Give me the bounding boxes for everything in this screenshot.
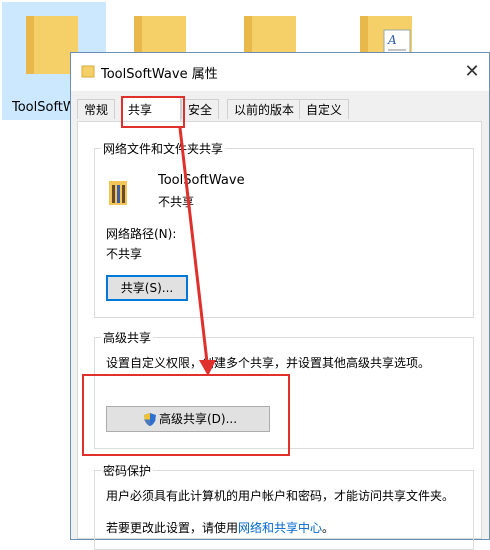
password-protection-group-title: 密码保护 [101, 462, 154, 479]
network-path-label: 网络路径(N): [106, 227, 177, 241]
share-button[interactable]: 共享(S)... [106, 275, 188, 301]
tab-general[interactable]: 常规 [77, 99, 116, 119]
password-change-hint: 若要更改此设置，请使用网络和共享中心。 [106, 519, 334, 536]
network-share-group: 网络文件和文件夹共享 ToolSoftWave 不共享 网络路径(N): 不共享… [94, 140, 474, 318]
title-bar[interactable]: ToolSoftWave 属性 ✕ [71, 53, 489, 91]
tab-previous-versions[interactable]: 以前的版本 [227, 99, 302, 119]
password-description: 用户必须具有此计算机的用户帐户和密码，才能访问共享文件夹。 [106, 489, 455, 503]
tab-security[interactable]: 安全 [181, 99, 220, 119]
share-item-status: 不共享 [158, 195, 195, 209]
network-sharing-center-link[interactable]: 网络和共享中心 [238, 521, 322, 535]
password-hint-suffix: 。 [322, 521, 335, 535]
network-share-group-title: 网络文件和文件夹共享 [101, 140, 226, 157]
folder-icon [81, 65, 95, 78]
password-hint-prefix: 若要更改此设置，请使用 [106, 521, 239, 535]
close-button[interactable]: ✕ [459, 59, 485, 85]
dialog-title: ToolSoftWave 属性 [101, 67, 218, 82]
tab-customize[interactable]: 自定义 [299, 99, 350, 119]
sharing-tab-content: 网络文件和文件夹共享 ToolSoftWave 不共享 网络路径(N): 不共享… [77, 121, 482, 550]
annotation-box-advanced [82, 374, 290, 456]
network-path-value: 不共享 [106, 247, 143, 261]
annotation-box-tab [121, 96, 185, 128]
advanced-share-group-title: 高级共享 [101, 329, 154, 346]
shared-folder-icon [109, 181, 127, 205]
share-item-name: ToolSoftWave [158, 173, 245, 188]
advanced-share-description: 设置自定义权限，创建多个共享，并设置其他高级共享选项。 [106, 356, 431, 370]
svg-text:A: A [387, 33, 397, 47]
password-protection-group: 密码保护 用户必须具有此计算机的用户帐户和密码，才能访问共享文件夹。 若要更改此… [94, 462, 474, 550]
